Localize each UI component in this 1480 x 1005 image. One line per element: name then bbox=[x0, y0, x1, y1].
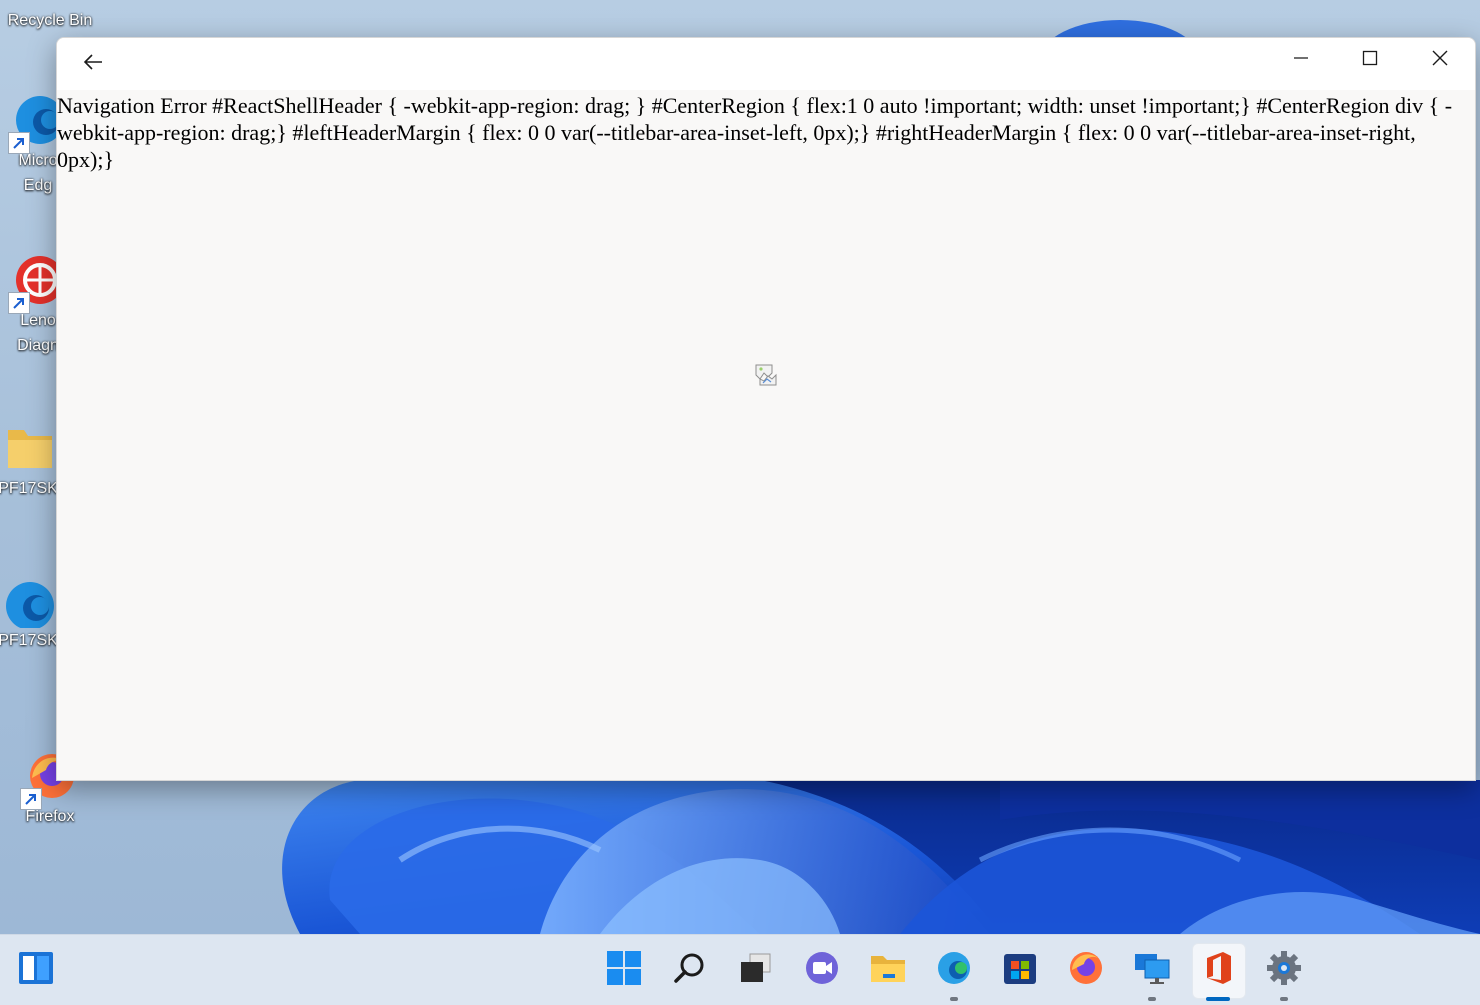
taskbar-remote-desktop-button[interactable] bbox=[1124, 935, 1180, 1005]
office-icon bbox=[1201, 950, 1235, 990]
shortcut-arrow-icon bbox=[8, 292, 30, 314]
taskbar-chat-button[interactable] bbox=[794, 935, 850, 1005]
taskbar-start-button[interactable] bbox=[596, 935, 652, 1005]
search-icon bbox=[673, 951, 707, 989]
window-content: Navigation Error #ReactShellHeader { -we… bbox=[57, 90, 1465, 780]
running-indicator bbox=[1280, 997, 1288, 1001]
minimize-button[interactable] bbox=[1266, 38, 1336, 82]
taskbar-task-view-button[interactable] bbox=[728, 935, 784, 1005]
maximize-button[interactable] bbox=[1335, 38, 1405, 82]
running-indicator bbox=[1148, 997, 1156, 1001]
taskbar-firefox-button[interactable] bbox=[1058, 935, 1114, 1005]
close-icon bbox=[1431, 49, 1449, 71]
taskbar-settings-button[interactable] bbox=[1256, 935, 1312, 1005]
desktop-icon-recycle-bin[interactable]: Recycle Bin bbox=[0, 8, 100, 33]
taskbar bbox=[0, 934, 1480, 1005]
desktop-icon-label: Recycle Bin bbox=[7, 12, 93, 29]
edge-icon bbox=[936, 950, 972, 990]
app-window: Navigation Error #ReactShellHeader { -we… bbox=[56, 37, 1476, 781]
windows-logo-icon bbox=[606, 950, 642, 990]
folder-icon bbox=[0, 420, 56, 476]
taskbar-widgets-button[interactable] bbox=[8, 935, 64, 1005]
task-view-icon bbox=[738, 950, 774, 990]
active-indicator bbox=[1206, 997, 1230, 1001]
firefox-icon bbox=[1068, 950, 1104, 990]
close-button[interactable] bbox=[1405, 38, 1475, 82]
running-indicator bbox=[950, 997, 958, 1001]
shortcut-arrow-icon bbox=[20, 788, 42, 810]
edge-icon bbox=[0, 572, 56, 630]
chat-icon bbox=[804, 950, 840, 990]
widgets-icon bbox=[18, 950, 54, 990]
navigation-error-text: Navigation Error #ReactShellHeader { -we… bbox=[57, 93, 1453, 172]
folder-icon bbox=[869, 950, 907, 990]
taskbar-office-button[interactable] bbox=[1190, 935, 1246, 1005]
taskbar-file-explorer-button[interactable] bbox=[860, 935, 916, 1005]
taskbar-store-button[interactable] bbox=[992, 935, 1048, 1005]
broken-image-icon bbox=[754, 363, 778, 387]
back-button[interactable] bbox=[71, 44, 115, 84]
taskbar-search-button[interactable] bbox=[662, 935, 718, 1005]
maximize-icon bbox=[1362, 50, 1378, 70]
shortcut-arrow-icon bbox=[8, 132, 30, 154]
minimize-icon bbox=[1293, 50, 1309, 70]
settings-icon bbox=[1265, 949, 1303, 991]
title-bar[interactable] bbox=[57, 38, 1475, 90]
desktop-icon-label: Firefox bbox=[25, 808, 75, 825]
remote-desktop-icon bbox=[1133, 950, 1171, 990]
back-arrow-icon bbox=[82, 51, 104, 77]
taskbar-edge-button[interactable] bbox=[926, 935, 982, 1005]
store-icon bbox=[1002, 950, 1038, 990]
